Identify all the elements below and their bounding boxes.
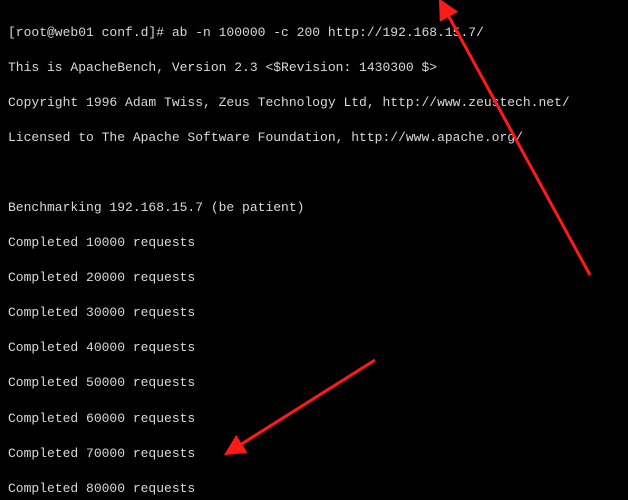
completed-line: Completed 70000 requests xyxy=(8,445,620,463)
completed-line: Completed 80000 requests xyxy=(8,480,620,498)
completed-line: Completed 10000 requests xyxy=(8,234,620,252)
version-line: This is ApacheBench, Version 2.3 <$Revis… xyxy=(8,59,620,77)
completed-line: Completed 30000 requests xyxy=(8,304,620,322)
blank-line xyxy=(8,164,620,182)
completed-line: Completed 50000 requests xyxy=(8,374,620,392)
command-line: [root@web01 conf.d]# ab -n 100000 -c 200… xyxy=(8,24,620,42)
shell-prompt: [root@web01 conf.d]# xyxy=(8,25,172,40)
terminal-output: [root@web01 conf.d]# ab -n 100000 -c 200… xyxy=(0,0,628,500)
copyright-line: Copyright 1996 Adam Twiss, Zeus Technolo… xyxy=(8,94,620,112)
license-line: Licensed to The Apache Software Foundati… xyxy=(8,129,620,147)
shell-command: ab -n 100000 -c 200 http://192.168.15.7/ xyxy=(172,25,484,40)
completed-line: Completed 60000 requests xyxy=(8,410,620,428)
benchmarking-line: Benchmarking 192.168.15.7 (be patient) xyxy=(8,199,620,217)
completed-line: Completed 40000 requests xyxy=(8,339,620,357)
completed-line: Completed 20000 requests xyxy=(8,269,620,287)
